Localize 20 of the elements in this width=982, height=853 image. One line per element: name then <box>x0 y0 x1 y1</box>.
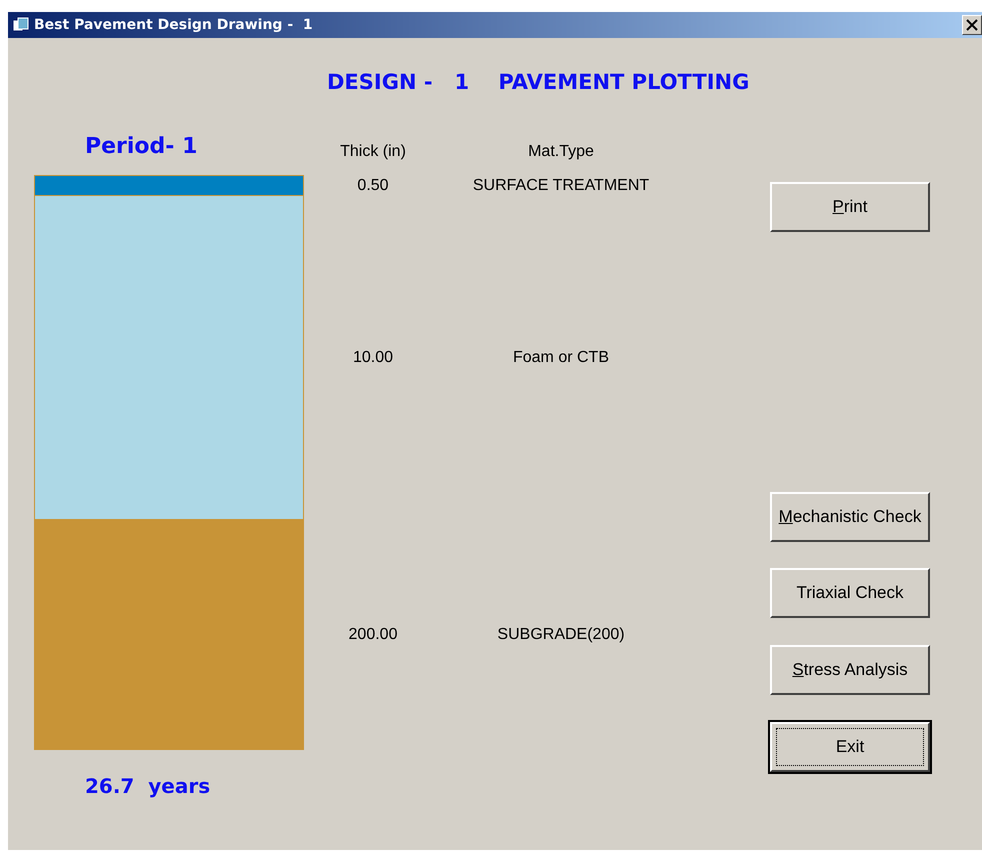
layer-thickness: 200.00 <box>348 626 398 644</box>
layer-material: SURFACE TREATMENT <box>472 176 650 194</box>
app-icon <box>12 17 30 33</box>
action-button[interactable]: Mechanistic Check <box>770 492 930 542</box>
action-button[interactable]: Stress Analysis <box>770 645 930 695</box>
action-button[interactable]: Triaxial Check <box>770 568 930 618</box>
layer-thickness: 10.00 <box>352 349 394 367</box>
window-title: Best Pavement Design Drawing - 1 <box>34 17 313 33</box>
close-icon <box>966 19 978 31</box>
layer-material: Foam or CTB <box>512 349 610 367</box>
page-heading: DESIGN - 1 PAVEMENT PLOTTING <box>327 69 750 95</box>
layer-material: SUBGRADE(200) <box>496 626 626 644</box>
action-button[interactable]: Exit <box>770 722 930 772</box>
period-label: Period- 1 <box>85 134 198 159</box>
action-button[interactable]: Print <box>770 182 930 232</box>
layer-thickness: 0.50 <box>357 176 389 194</box>
column-header: Mat.Type <box>527 143 595 161</box>
close-button[interactable] <box>962 15 982 35</box>
column-header: Thick (in) <box>339 143 407 161</box>
design-life-label: 26.7 years <box>85 774 210 798</box>
